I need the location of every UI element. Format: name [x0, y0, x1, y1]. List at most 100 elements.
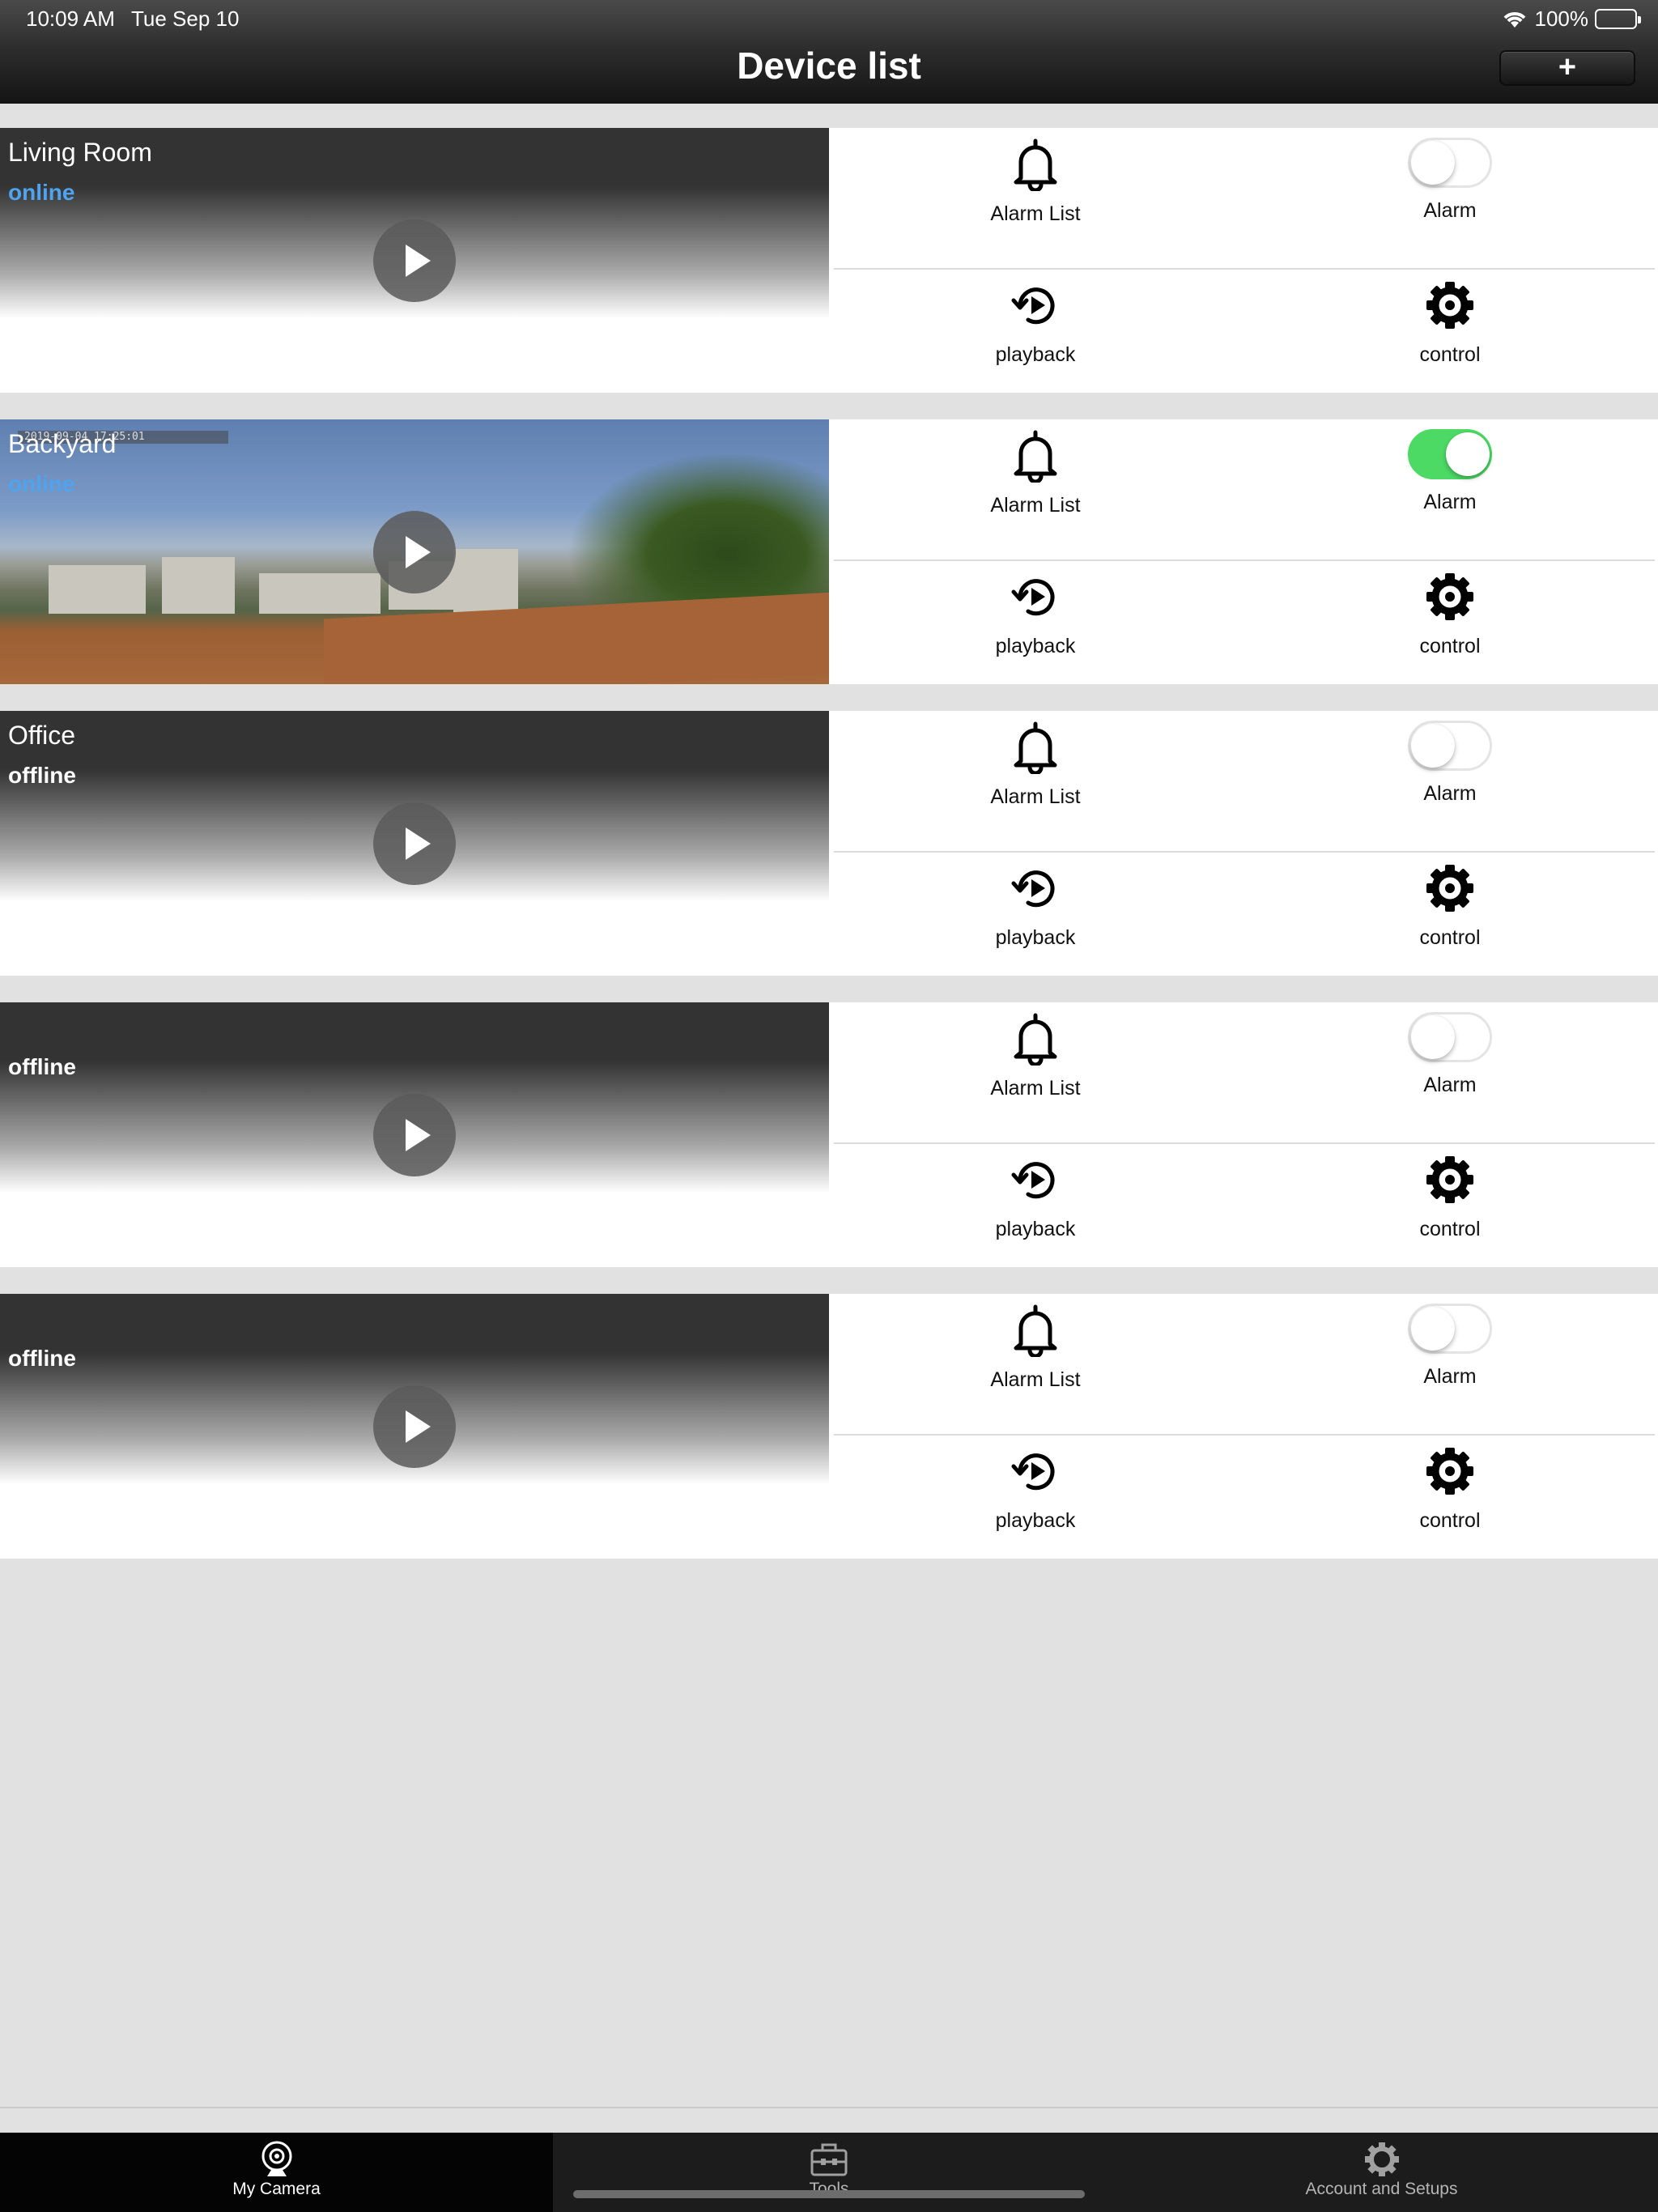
tab-label: My Camera	[232, 2180, 321, 2198]
tab-my-camera[interactable]: My Camera	[0, 2133, 553, 2212]
device-row: 2019-09-04 17:25:01 Backyard online Alarm…	[0, 419, 1658, 684]
alarm-list-button[interactable]: Alarm List	[874, 721, 1197, 809]
scene-building	[259, 573, 380, 614]
play-icon	[406, 536, 431, 568]
device-status: offline	[8, 1054, 76, 1079]
add-device-button[interactable]: +	[1499, 50, 1635, 86]
control-button[interactable]: control	[1288, 570, 1612, 658]
device-status: online	[8, 180, 75, 205]
alarm-toggle[interactable]	[1408, 1012, 1492, 1062]
alarm-list-label: Alarm List	[990, 202, 1081, 225]
toggle-knob	[1411, 141, 1455, 185]
device-row: offline Alarm List Alarm playback contro…	[0, 1002, 1658, 1267]
toggle-knob	[1411, 1307, 1455, 1351]
alarm-label: Alarm	[1423, 1074, 1477, 1096]
scene-building	[162, 557, 235, 614]
control-button[interactable]: control	[1288, 279, 1612, 367]
playback-label: playback	[995, 635, 1076, 657]
alarm-list-label: Alarm List	[990, 1368, 1081, 1391]
playback-label: playback	[995, 343, 1076, 366]
control-label: control	[1419, 1509, 1481, 1532]
gear-icon	[1426, 1448, 1473, 1495]
play-button[interactable]	[373, 511, 456, 593]
alarm-list-button[interactable]: Alarm List	[874, 1304, 1197, 1392]
device-actions: Alarm List Alarm playback control	[829, 128, 1658, 393]
alarm-list-label: Alarm List	[990, 785, 1081, 808]
tab-tools[interactable]: Tools	[553, 2133, 1105, 2212]
alarm-list-button[interactable]: Alarm List	[874, 1012, 1197, 1100]
alarm-toggle[interactable]	[1408, 138, 1492, 188]
camera-preview[interactable]: Office offline	[0, 711, 829, 976]
control-label: control	[1419, 343, 1481, 366]
device-actions: Alarm List Alarm playback control	[829, 419, 1658, 684]
play-button[interactable]	[373, 1094, 456, 1176]
control-button[interactable]: control	[1288, 1153, 1612, 1241]
device-name: Office	[8, 721, 75, 750]
status-time: 10:09 AM	[26, 6, 115, 31]
replay-icon	[1011, 1453, 1055, 1491]
camera-preview[interactable]: Living Room online	[0, 128, 829, 393]
play-button[interactable]	[373, 1385, 456, 1468]
camera-preview[interactable]: offline	[0, 1294, 829, 1559]
toggle-knob	[1411, 724, 1455, 768]
control-label: control	[1419, 926, 1481, 949]
alarm-toggle-cell: Alarm	[1288, 1012, 1612, 1097]
play-icon	[406, 1119, 431, 1151]
alarm-list-button[interactable]: Alarm List	[874, 429, 1197, 517]
bell-icon	[1014, 430, 1057, 483]
toggle-knob	[1411, 1015, 1455, 1059]
alarm-toggle-cell: Alarm	[1288, 429, 1612, 514]
playback-button[interactable]: playback	[874, 1153, 1197, 1241]
alarm-toggle[interactable]	[1408, 429, 1492, 479]
battery-icon	[1595, 9, 1641, 29]
replay-icon	[1011, 287, 1055, 325]
alarm-list-label: Alarm List	[990, 494, 1081, 517]
play-icon	[406, 245, 431, 277]
gear-icon	[1426, 282, 1473, 329]
toggle-knob	[1446, 432, 1490, 476]
device-status: online	[8, 471, 75, 496]
bell-icon	[1014, 1304, 1057, 1357]
alarm-list-button[interactable]: Alarm List	[874, 138, 1197, 226]
gear-icon	[1426, 865, 1473, 912]
alarm-label: Alarm	[1423, 491, 1477, 513]
play-button[interactable]	[373, 219, 456, 302]
scene-building	[49, 565, 146, 614]
device-actions: Alarm List Alarm playback control	[829, 1294, 1658, 1559]
control-button[interactable]: control	[1288, 861, 1612, 950]
tab-bar: My Camera Tools Account and Setups	[0, 2133, 1658, 2212]
playback-button[interactable]: playback	[874, 861, 1197, 950]
camera-preview[interactable]: offline	[0, 1002, 829, 1267]
device-name: Living Room	[8, 138, 152, 167]
action-divider	[834, 268, 1655, 270]
camera-preview[interactable]: 2019-09-04 17:25:01 Backyard online	[0, 419, 829, 684]
tab-account-and-setups[interactable]: Account and Setups	[1105, 2133, 1658, 2212]
control-button[interactable]: control	[1288, 1444, 1612, 1533]
playback-button[interactable]: playback	[874, 570, 1197, 658]
alarm-label: Alarm	[1423, 199, 1477, 222]
status-indicators: 100%	[1501, 6, 1641, 32]
playback-label: playback	[995, 1509, 1076, 1532]
playback-button[interactable]: playback	[874, 1444, 1197, 1533]
tabbar-separator	[0, 2107, 1658, 2133]
alarm-toggle[interactable]	[1408, 1304, 1492, 1354]
gear-icon	[1426, 1156, 1473, 1203]
alarm-toggle[interactable]	[1408, 721, 1492, 771]
device-name: Backyard	[8, 429, 117, 458]
alarm-toggle-cell: Alarm	[1288, 138, 1612, 223]
bell-icon	[1014, 138, 1057, 191]
device-status: offline	[8, 763, 76, 788]
gear-icon	[1426, 573, 1473, 620]
replay-icon	[1011, 1162, 1055, 1199]
alarm-label: Alarm	[1423, 1365, 1477, 1388]
action-divider	[834, 1434, 1655, 1436]
playback-button[interactable]: playback	[874, 279, 1197, 367]
action-divider	[834, 559, 1655, 561]
alarm-list-label: Alarm List	[990, 1077, 1081, 1100]
play-button[interactable]	[373, 802, 456, 885]
alarm-label: Alarm	[1423, 782, 1477, 805]
device-status: offline	[8, 1346, 76, 1371]
tab-label: Account and Setups	[1305, 2180, 1458, 2198]
control-label: control	[1419, 1218, 1481, 1240]
bell-icon	[1014, 721, 1057, 774]
